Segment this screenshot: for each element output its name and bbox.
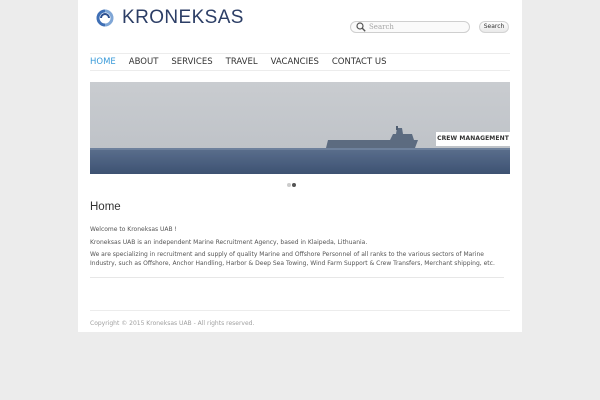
welcome-text: Welcome to Kroneksas UAB ! (90, 226, 177, 233)
slider-dot-1[interactable] (287, 183, 291, 187)
main-content: Welcome to Kroneksas UAB ! Kroneksas UAB… (90, 225, 506, 272)
search-input[interactable] (369, 23, 464, 31)
logo[interactable]: KRONEKSAS (92, 7, 244, 29)
nav-item-about[interactable]: ABOUT (129, 56, 159, 69)
search-box[interactable] (350, 21, 470, 33)
nav-divider-bottom (90, 70, 510, 71)
search-icon (356, 22, 366, 32)
nav-item-travel[interactable]: TRAVEL (226, 56, 258, 69)
image-slider[interactable]: CREW MANAGEMENT (90, 82, 510, 174)
page-container: KRONEKSAS Search HOME ABOUT SERVICES TRA… (78, 0, 522, 332)
services-text: We are specializing in recruitment and s… (90, 251, 495, 267)
nav-divider-top (90, 53, 510, 54)
page-title: Home (90, 201, 121, 213)
main-nav: HOME ABOUT SERVICES TRAVEL VACANCIES CON… (90, 56, 400, 69)
slide-caption[interactable]: CREW MANAGEMENT (436, 132, 510, 146)
nav-item-home[interactable]: HOME (90, 56, 116, 69)
logo-swirl-icon (96, 9, 114, 27)
footer-divider (90, 310, 510, 311)
footer-copyright: Copyright © 2015 Kroneksas UAB - All rig… (90, 320, 255, 327)
about-text: Kroneksas UAB is an independent Marine R… (90, 238, 368, 246)
logo-text: KRONEKSAS (122, 7, 244, 28)
search-button[interactable]: Search (479, 21, 509, 33)
nav-item-contact-us[interactable]: CONTACT US (332, 56, 387, 69)
slider-dot-2[interactable] (292, 183, 296, 187)
nav-item-services[interactable]: SERVICES (171, 56, 212, 69)
ship-at-sea-image (90, 82, 510, 174)
nav-item-vacancies[interactable]: VACANCIES (271, 56, 319, 69)
content-divider (90, 277, 504, 278)
slider-pagination (287, 183, 297, 187)
